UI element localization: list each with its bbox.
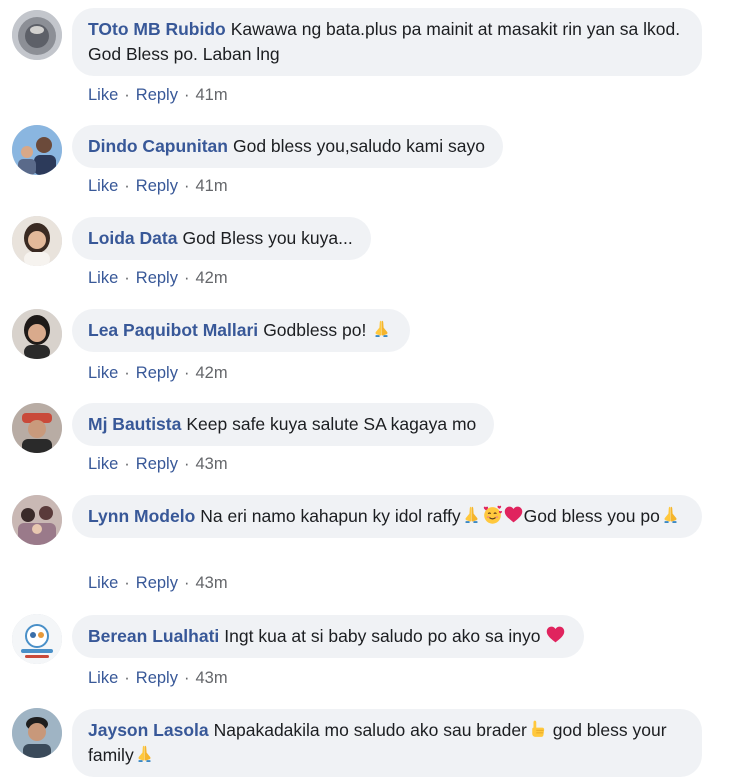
comment-bubble: Loida Data God Bless you kuya...	[72, 217, 371, 260]
comment-timestamp[interactable]: 41m	[195, 86, 227, 104]
separator: ·	[124, 86, 130, 104]
avatar[interactable]	[12, 125, 62, 175]
separator: ·	[183, 269, 190, 287]
comment-bubble: Lynn Modelo Na eri namo kahapun ky idol r…	[72, 495, 702, 538]
like-button[interactable]: Like	[88, 455, 118, 473]
comment-actions: Like · Reply · 43m	[88, 668, 228, 688]
reply-button[interactable]: Reply	[136, 455, 178, 473]
comment-text: God bless you,saludo kami sayo	[232, 136, 485, 156]
comment-text: God bless you po	[523, 506, 660, 526]
separator: ·	[183, 669, 190, 687]
red-heart-icon	[503, 504, 524, 525]
comment-actions: Like · Reply · 43m	[88, 573, 228, 593]
comment-timestamp[interactable]: 42m	[195, 364, 227, 382]
comment-author-link[interactable]: Dindo Capunitan	[88, 136, 228, 156]
like-button[interactable]: Like	[88, 177, 118, 195]
comment-bubble: Lea Paquibot Mallari Godbless po!	[72, 309, 411, 352]
comment-bubble: TOto MB Rubido Kawawa ng bata.plus pa mai…	[72, 8, 702, 76]
avatar[interactable]	[12, 309, 62, 359]
avatar[interactable]	[12, 403, 62, 453]
reply-button[interactable]: Reply	[136, 269, 178, 287]
comment-author-link[interactable]: TOto MB Rubido	[88, 19, 226, 39]
separator: ·	[183, 455, 190, 473]
comment-actions: Like · Reply · 43m	[88, 454, 228, 474]
separator: ·	[124, 574, 130, 592]
separator: ·	[124, 455, 130, 473]
comment-author-link[interactable]: Mj Bautista	[88, 414, 181, 434]
avatar[interactable]	[12, 708, 62, 758]
comment-author-link[interactable]: Loida Data	[88, 228, 177, 248]
comment-actions: Like · Reply · 42m	[88, 363, 228, 383]
folded-hands-icon	[371, 318, 392, 339]
avatar[interactable]	[12, 10, 62, 60]
reply-button[interactable]: Reply	[136, 86, 178, 104]
comment-author-link[interactable]: Berean Lualhati	[88, 626, 219, 646]
like-button[interactable]: Like	[88, 669, 118, 687]
comment-author-link[interactable]: Jayson Lasola	[88, 720, 209, 740]
red-heart-icon	[545, 624, 566, 645]
smiling-face-with-hearts-icon	[482, 504, 503, 525]
like-button[interactable]: Like	[88, 269, 118, 287]
reply-button[interactable]: Reply	[136, 177, 178, 195]
like-button[interactable]: Like	[88, 364, 118, 382]
comment-text: Na eri namo kahapun ky idol raffy	[200, 506, 461, 526]
avatar[interactable]	[12, 495, 62, 545]
avatar[interactable]	[12, 614, 62, 664]
comment-author-link[interactable]: Lea Paquibot Mallari	[88, 320, 258, 340]
thumbs-up-icon	[527, 718, 548, 739]
comment-text: Keep safe kuya salute SA kagaya mo	[186, 414, 477, 434]
comment-text: Godbless po!	[263, 320, 372, 340]
avatar[interactable]	[12, 216, 62, 266]
comment-text: Napakadakila mo saludo ako sau brader	[213, 720, 527, 740]
separator: ·	[183, 574, 190, 592]
like-button[interactable]: Like	[88, 574, 118, 592]
separator: ·	[124, 669, 130, 687]
comment-timestamp[interactable]: 43m	[195, 574, 227, 592]
comment-author-link[interactable]: Lynn Modelo	[88, 506, 195, 526]
comment-actions: Like · Reply · 42m	[88, 268, 228, 288]
folded-hands-icon	[461, 504, 482, 525]
folded-hands-icon	[660, 504, 681, 525]
comment-actions: Like · Reply · 41m	[88, 85, 228, 105]
separator: ·	[124, 269, 130, 287]
reply-button[interactable]: Reply	[136, 669, 178, 687]
separator: ·	[124, 364, 130, 382]
comment-text: Ingt kua at si baby saludo po ako sa iny…	[224, 626, 546, 646]
comment-bubble: Mj Bautista Keep safe kuya salute SA kaga…	[72, 403, 495, 446]
comment-bubble: Berean Lualhati Ingt kua at si baby salud…	[72, 615, 585, 658]
separator: ·	[124, 177, 130, 195]
separator: ·	[183, 86, 190, 104]
separator: ·	[183, 364, 190, 382]
comment-timestamp[interactable]: 41m	[195, 177, 227, 195]
folded-hands-icon	[134, 743, 155, 764]
comment-bubble: Jayson Lasola Napakadakila mo saludo ako …	[72, 709, 702, 777]
comment-actions: Like · Reply · 41m	[88, 176, 228, 196]
reply-button[interactable]: Reply	[136, 574, 178, 592]
comment-timestamp[interactable]: 43m	[195, 669, 227, 687]
like-button[interactable]: Like	[88, 86, 118, 104]
comment-timestamp[interactable]: 42m	[195, 269, 227, 287]
separator: ·	[183, 177, 190, 195]
reply-button[interactable]: Reply	[136, 364, 178, 382]
comment-bubble: Dindo Capunitan God bless you,saludo kami…	[72, 125, 503, 168]
comment-timestamp[interactable]: 43m	[195, 455, 227, 473]
comment-text: God Bless you kuya...	[182, 228, 353, 248]
